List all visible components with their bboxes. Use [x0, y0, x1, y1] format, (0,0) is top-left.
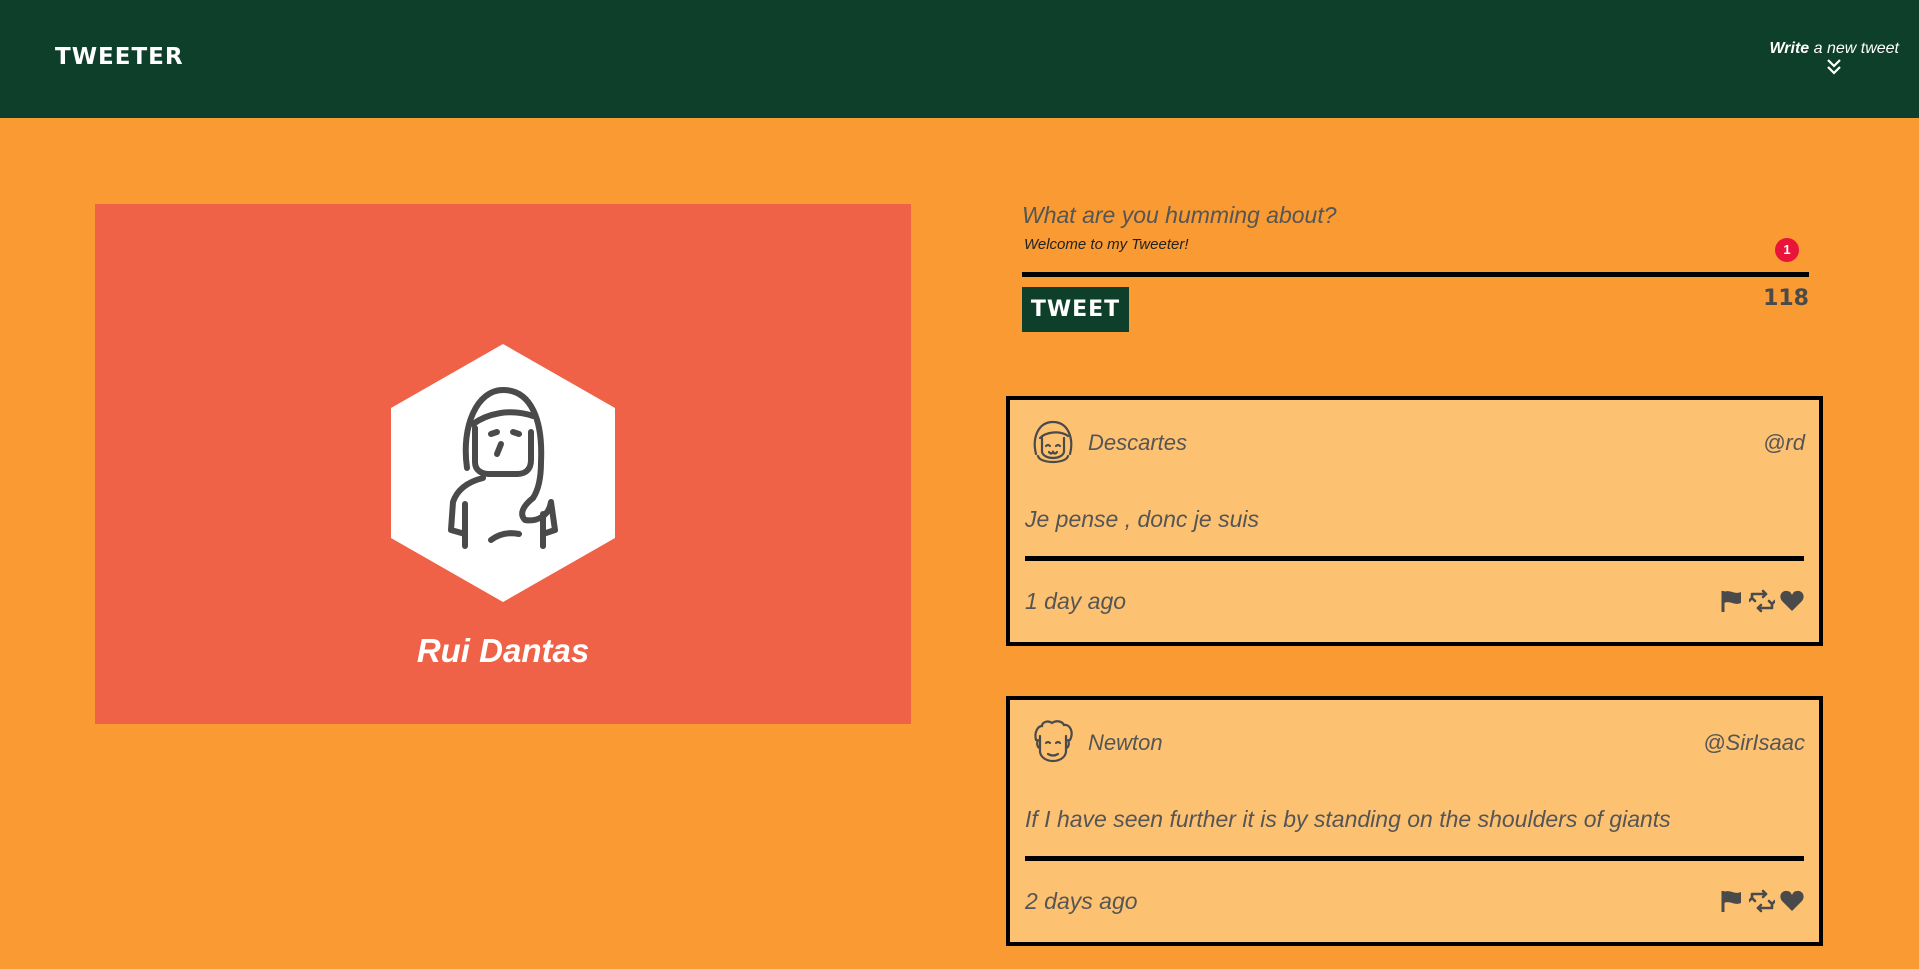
woman-avatar-icon [391, 344, 615, 602]
curly-hair-avatar-icon [1034, 720, 1073, 763]
double-chevron-down-icon [1827, 59, 1841, 75]
tweet-timestamp: 2 days ago [1025, 888, 1138, 914]
tweet-text: Je pense , donc je suis [1025, 506, 1259, 532]
tweet-text: If I have seen further it is by standing… [1025, 806, 1671, 832]
character-counter: 118 [1763, 286, 1809, 311]
tweet-divider [1025, 556, 1804, 561]
new-tweet-words: a new tweet [1809, 40, 1899, 57]
write-new-tweet-label: Write a new tweet [1769, 40, 1899, 58]
heart-icon[interactable] [1779, 888, 1805, 914]
notification-badge: 1 [1775, 238, 1799, 262]
heart-icon[interactable] [1779, 588, 1805, 614]
tweet-handle[interactable]: @SirIsaac [1703, 730, 1805, 756]
tweet-handle[interactable]: @rd [1763, 430, 1805, 456]
tweet-author: Descartes [1088, 430, 1188, 455]
profile-name: Rui Dantas [416, 632, 590, 669]
compose-underline [1022, 272, 1809, 277]
compose-form: Welcome to my Tweeter! 1 TWEET 118 [1022, 202, 1809, 332]
brand-logo[interactable]: TWEETER [55, 44, 184, 70]
write-word: Write [1769, 40, 1810, 57]
write-new-tweet-toggle[interactable]: Write a new tweet [1769, 40, 1899, 76]
tweet-text-input[interactable] [1022, 202, 1809, 229]
tweet-author: Newton [1088, 730, 1163, 755]
profile-card: Rui Dantas [95, 204, 911, 724]
tweet-divider [1025, 856, 1804, 861]
retweet-icon[interactable] [1747, 588, 1777, 614]
top-navbar: TWEETER Write a new tweet [0, 0, 1919, 118]
tweet-actions [1719, 888, 1805, 914]
tweet-card: Newton @SirIsaac If I have seen further … [1006, 696, 1823, 946]
girl-avatar-icon [1033, 420, 1073, 464]
tweet-actions [1719, 588, 1805, 614]
tweet-timestamp: 1 day ago [1025, 588, 1127, 614]
compose-subtitle: Welcome to my Tweeter! [1024, 236, 1189, 253]
tweet-button[interactable]: TWEET [1022, 287, 1129, 332]
flag-icon[interactable] [1719, 888, 1745, 914]
flag-icon[interactable] [1719, 588, 1745, 614]
retweet-icon[interactable] [1747, 888, 1777, 914]
profile-avatar [391, 344, 615, 602]
tweet-card: Descartes @rd Je pense , donc je suis 1 … [1006, 396, 1823, 646]
